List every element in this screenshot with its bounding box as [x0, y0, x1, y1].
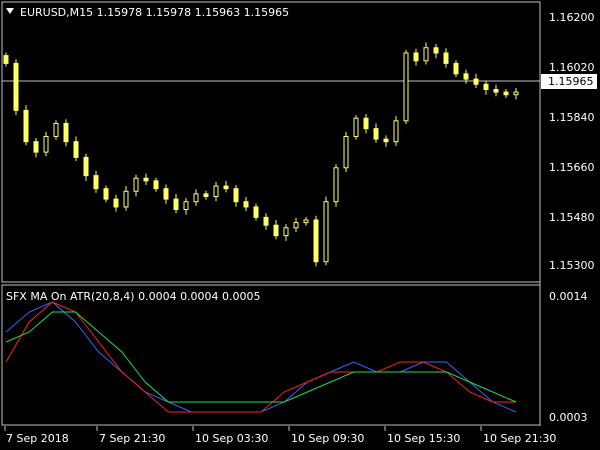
candle-body — [413, 52, 419, 62]
candle-body — [93, 175, 99, 190]
trading-chart: EURUSD,M15 1.15978 1.15978 1.15963 1.159… — [1, 1, 597, 445]
indicator-title: SFX MA On ATR(20,8,4) 0.0004 0.0004 0.00… — [6, 290, 261, 303]
indicator-line-2 — [5, 311, 517, 403]
time-label: 10 Sep 15:30 — [387, 432, 460, 445]
candle-body — [233, 188, 239, 203]
candle-body — [373, 128, 379, 140]
candle-body — [343, 135, 349, 169]
candle-body — [423, 47, 429, 62]
candle-body — [153, 180, 159, 190]
candle-body — [173, 198, 179, 211]
candle-body — [323, 201, 329, 263]
candle-body — [453, 62, 459, 75]
price-label: 1.15840 — [549, 111, 595, 124]
candle-body — [443, 52, 449, 64]
candle-body — [183, 201, 189, 211]
candle-body — [383, 138, 389, 143]
candle-body — [393, 120, 399, 143]
time-label: 7 Sep 2018 — [6, 432, 69, 445]
candle-body — [283, 227, 289, 237]
price-label: 1.16020 — [549, 61, 595, 74]
time-label: 10 Sep 03:30 — [195, 432, 268, 445]
candle-body — [313, 219, 319, 263]
candle-body — [113, 198, 119, 208]
chart-menu-arrow-icon[interactable] — [6, 8, 14, 14]
candle-body — [473, 78, 479, 85]
price-scale: 1.16200 1.16020 1.15840 1.15660 1.15480 … — [549, 11, 595, 272]
candle-body — [433, 47, 439, 54]
candle-body — [403, 52, 409, 122]
time-axis: 7 Sep 2018 7 Sep 21:30 10 Sep 03:30 10 S… — [4, 426, 556, 445]
candle-body — [13, 62, 19, 111]
candle-body — [333, 167, 339, 203]
candle-body — [43, 135, 49, 153]
indicator-scale-label: 0.0003 — [549, 411, 588, 424]
candle-body — [273, 224, 279, 237]
candle-body — [203, 193, 209, 197]
candle-body — [123, 190, 129, 208]
price-label: 1.16200 — [549, 11, 595, 24]
price-label: 1.15660 — [549, 161, 595, 174]
price-label: 1.15300 — [549, 259, 595, 272]
candle-body — [353, 117, 359, 137]
current-price-label: 1.15965 — [548, 75, 594, 88]
main-chart-title: EURUSD,M15 1.15978 1.15978 1.15963 1.159… — [20, 6, 289, 19]
time-label: 10 Sep 09:30 — [291, 432, 364, 445]
time-label: 10 Sep 21:30 — [483, 432, 556, 445]
candle-body — [363, 117, 369, 130]
candle-body — [493, 89, 499, 93]
candle-body — [213, 185, 219, 197]
candle-body — [83, 156, 89, 177]
candle-body — [463, 73, 469, 80]
time-label: 7 Sep 21:30 — [99, 432, 165, 445]
candle-body — [253, 206, 259, 218]
candle-body — [103, 188, 109, 200]
candle-body — [143, 177, 149, 182]
candle-body — [303, 219, 309, 224]
candle-body — [243, 201, 249, 208]
candle-body — [73, 141, 79, 158]
price-label: 1.15480 — [549, 211, 595, 224]
candle-body — [163, 188, 169, 200]
main-chart-frame — [1, 1, 541, 283]
candle-body — [223, 185, 229, 190]
candle-body — [23, 109, 29, 143]
candle-body — [63, 122, 69, 143]
indicator-scale-label: 0.0014 — [549, 290, 588, 303]
indicator-series — [5, 301, 517, 413]
candle-body — [33, 141, 39, 153]
candle-body — [193, 193, 199, 203]
candle-body — [133, 177, 139, 192]
candlestick-series — [3, 42, 519, 267]
candle-body — [263, 216, 269, 226]
candle-body — [53, 122, 59, 137]
candle-body — [3, 55, 9, 64]
candle-body — [513, 91, 519, 96]
candle-body — [503, 91, 509, 96]
candle-body — [293, 222, 299, 229]
candle-body — [483, 83, 489, 91]
